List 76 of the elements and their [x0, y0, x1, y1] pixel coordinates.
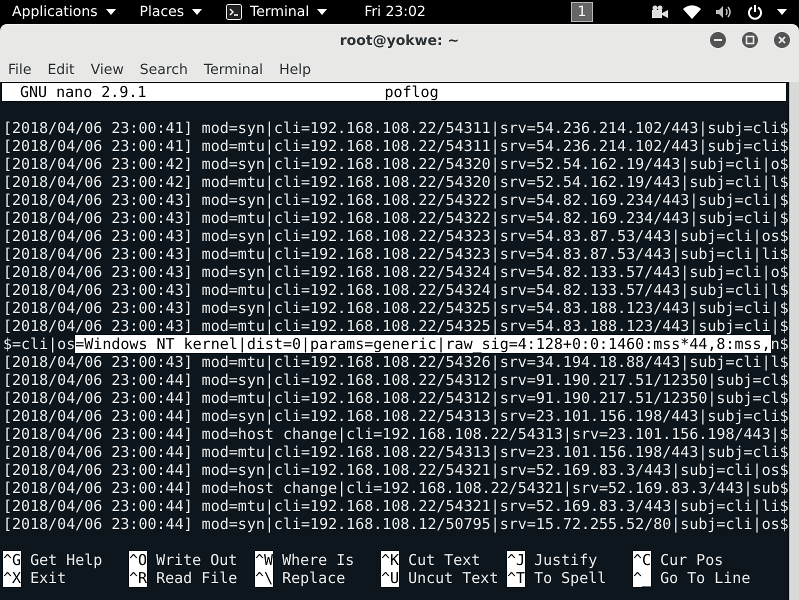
- caret-icon: [192, 9, 202, 15]
- shortcut-label: Replace: [282, 569, 346, 587]
- menu-item[interactable]: Search: [132, 60, 196, 80]
- menu-item[interactable]: Help: [271, 60, 319, 80]
- shortcut-key: ^G: [3, 551, 22, 569]
- workspace-indicator[interactable]: 1: [570, 2, 593, 22]
- log-line: [2018/04/06 23:00:44] mod=syn|cli=192.168.108.22/54321|srv=52.169.83.3/443|subj=cli|os$: [3, 461, 789, 479]
- caret-icon: [317, 9, 328, 15]
- shortcut-label: Uncut Text: [408, 569, 498, 587]
- log-line: [2018/04/06 23:00:44] mod=host change|cli=192.168.108.22/54313|srv=23.101.156.198/443|$: [3, 425, 789, 443]
- shortcut-label: To Spell: [534, 569, 606, 587]
- menu-item[interactable]: Edit: [39, 60, 83, 80]
- shortcut-key: ^C: [633, 551, 652, 569]
- shortcut-label: Where Is: [282, 551, 354, 569]
- shortcut-label: Go To Line: [660, 569, 750, 587]
- camera-icon[interactable]: [650, 5, 669, 19]
- shortcut-key: ^R: [129, 569, 148, 587]
- selected-text: =Windows NT kernel|dist=0|params=generic|raw_sig=4:128+0:0:1460:mss*44,8:mss,: [75, 335, 771, 353]
- window-title: root@yokwe: ~: [340, 33, 460, 49]
- log-line: [2018/04/06 23:00:42] mod=mtu|cli=192.168.108.22/54320|srv=52.54.162.19/443|subj=cli|l$: [3, 173, 789, 191]
- shortcut-key: ^J: [507, 551, 526, 569]
- log-line: [2018/04/06 23:00:44] mod=mtu|cli=192.168.108.22/54313|srv=23.101.156.198/443|subj=cli$: [3, 443, 789, 461]
- log-line: [2018/04/06 23:00:43] mod=syn|cli=192.168.108.22/54323|srv=54.83.87.53/443|subj=cli|os$: [3, 227, 789, 245]
- close-icon[interactable]: [773, 31, 791, 49]
- shortcut-label: Justify: [534, 551, 598, 569]
- clock[interactable]: Fri 23:02: [364, 4, 426, 20]
- shortcut-label: Cur Pos: [660, 551, 724, 569]
- log-line: [2018/04/06 23:00:43] mod=mtu|cli=192.168.108.22/54325|srv=54.83.188.123/443|subj=cli|$: [3, 317, 789, 335]
- menu-item[interactable]: View: [82, 60, 132, 80]
- shortcut-key: ^O: [129, 551, 148, 569]
- caret-icon: [106, 9, 116, 15]
- shortcut-label: Read File: [156, 569, 238, 587]
- log-line: [2018/04/06 23:00:43] mod=mtu|cli=192.168.108.22/54323|srv=54.83.87.53/443|subj=cli|li$: [3, 245, 789, 263]
- log-line: [2018/04/06 23:00:43] mod=syn|cli=192.168.108.22/54324|srv=54.82.133.57/443|subj=cli|o$: [3, 263, 789, 281]
- volume-icon[interactable]: [714, 5, 733, 19]
- places-menu[interactable]: Places: [128, 0, 214, 24]
- file-name: poflog: [384, 83, 439, 101]
- log-line: [2018/04/06 23:00:43] mod=syn|cli=192.168.108.22/54325|srv=54.83.188.123/443|subj=cli|$: [3, 299, 789, 317]
- shortcut-key: ^_: [633, 569, 652, 587]
- log-line: [2018/04/06 23:00:43] mod=mtu|cli=192.168.108.22/54322|srv=54.82.169.234/443|subj=cli|$: [3, 209, 789, 227]
- log-line: [2018/04/06 23:00:44] mod=syn|cli=192.168.108.22/54312|srv=91.190.217.51/12350|subj=cl$: [3, 371, 789, 389]
- menu-item[interactable]: Terminal: [196, 60, 272, 80]
- log-line: [2018/04/06 23:00:44] mod=mtu|cli=192.168.108.22/54312|srv=91.190.217.51/12350|subj=cl$: [3, 389, 789, 407]
- terminal-app-menu[interactable]: Terminal: [214, 0, 340, 24]
- maximize-icon[interactable]: [741, 31, 759, 49]
- log-line: [2018/04/06 23:00:44] mod=host change|cli=192.168.108.22/54321|srv=52.169.83.3/443|sub$: [3, 479, 789, 497]
- shortcut-label: Get Help: [30, 551, 102, 569]
- caret-icon: [776, 9, 787, 15]
- log-line: [2018/04/06 23:00:43] mod=mtu|cli=192.168.108.22/54326|srv=34.194.18.88/443|subj=cli|l$: [3, 353, 789, 371]
- minimize-icon[interactable]: [709, 31, 727, 49]
- log-line: [2018/04/06 23:00:43] mod=mtu|cli=192.168.108.22/54324|srv=54.82.133.57/443|subj=cli|l$: [3, 281, 789, 299]
- shortcut-label: Cut Text: [408, 551, 480, 569]
- scrollbar[interactable]: [788, 82, 799, 600]
- shortcut-key: ^T: [507, 569, 526, 587]
- power-icon[interactable]: [746, 4, 763, 20]
- log-line: [2018/04/06 23:00:42] mod=syn|cli=192.168.108.22/54320|srv=52.54.162.19/443|subj=cli|o$: [3, 155, 789, 173]
- shortcut-label: Write Out: [156, 551, 238, 569]
- wifi-icon[interactable]: [682, 5, 701, 19]
- log-line: [2018/04/06 23:00:41] mod=mtu|cli=192.168.108.22/54311|srv=54.236.214.102/443|subj=cli$: [3, 137, 789, 155]
- log-line: [2018/04/06 23:00:44] mod=syn|cli=192.168.108.12/50795|srv=15.72.255.52/80|subj=cli|os$: [3, 515, 789, 533]
- menu-item[interactable]: File: [0, 60, 40, 80]
- log-line: [2018/04/06 23:00:44] mod=syn|cli=192.168.108.22/54313|srv=23.101.156.198/443|subj=cli$: [3, 407, 789, 425]
- log-line: [2018/04/06 23:00:44] mod=mtu|cli=192.168.108.22/54321|srv=52.169.83.3/443|subj=cli|li$: [3, 497, 789, 515]
- shortcut-key: ^X: [3, 569, 22, 587]
- shortcut-label: Exit: [30, 569, 66, 587]
- shortcut-key: ^\: [255, 569, 274, 587]
- nano-version: GNU nano 2.9.1: [20, 83, 146, 101]
- shortcut-key: ^K: [381, 551, 400, 569]
- log-line: [2018/04/06 23:00:41] mod=syn|cli=192.168.108.22/54311|srv=54.236.214.102/443|subj=cli$: [3, 119, 789, 137]
- log-line-start: $=cli|os: [3, 335, 76, 353]
- shortcut-key: ^U: [381, 569, 400, 587]
- terminal-icon: [226, 4, 242, 20]
- log-line-end: n$: [770, 335, 789, 353]
- log-line: [2018/04/06 23:00:43] mod=syn|cli=192.168.108.22/54322|srv=54.82.169.234/443|subj=cli|$: [3, 191, 789, 209]
- applications-menu[interactable]: Applications: [0, 0, 128, 24]
- shortcut-key: ^W: [255, 551, 274, 569]
